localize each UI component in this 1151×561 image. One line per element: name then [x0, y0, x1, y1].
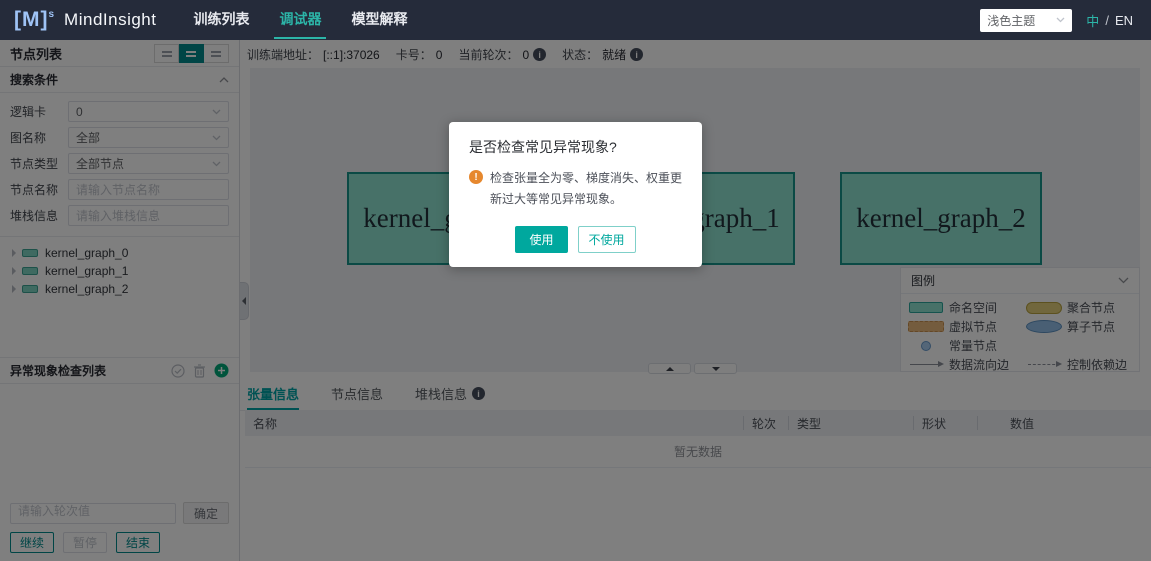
main-nav: 训练列表 调试器 模型解释 — [178, 0, 422, 40]
not-use-button[interactable]: 不使用 — [578, 226, 636, 253]
chevron-down-icon — [1056, 17, 1065, 23]
dialog-body: ! 检查张量全为零、梯度消失、权重更新过大等常见异常现象。 — [469, 168, 682, 210]
dialog-title: 是否检查常见异常现象? — [469, 137, 682, 157]
modal-overlay[interactable] — [0, 40, 1151, 561]
nav-tab-train-list[interactable]: 训练列表 — [178, 0, 264, 40]
navbar-right: 浅色主题 中 / EN — [980, 9, 1151, 32]
mindinsight-app: [M] s MindInsight 训练列表 调试器 模型解释 浅色主题 中 /… — [0, 0, 1151, 561]
mindinsight-logo[interactable]: [M] s — [14, 8, 54, 32]
warning-icon: ! — [469, 170, 483, 184]
use-button[interactable]: 使用 — [515, 226, 567, 253]
theme-select[interactable]: 浅色主题 — [980, 9, 1072, 32]
language-switch: 中 / EN — [1086, 11, 1133, 30]
lang-separator: / — [1105, 13, 1109, 28]
dialog-message: 检查张量全为零、梯度消失、权重更新过大等常见异常现象。 — [490, 168, 682, 210]
nav-tab-debugger[interactable]: 调试器 — [264, 0, 336, 40]
top-navbar: [M] s MindInsight 训练列表 调试器 模型解释 浅色主题 中 /… — [0, 0, 1151, 40]
brand-name: MindInsight — [64, 10, 156, 30]
dialog-footer: 使用 不使用 — [469, 226, 682, 253]
lang-en-button[interactable]: EN — [1115, 13, 1133, 28]
nav-tab-model-explanation[interactable]: 模型解释 — [336, 0, 422, 40]
logo-mark: [M] — [14, 8, 48, 32]
recheck-dialog: 是否检查常见异常现象? ! 检查张量全为零、梯度消失、权重更新过大等常见异常现象… — [449, 122, 702, 267]
logo-superscript: s — [48, 9, 54, 20]
theme-select-value: 浅色主题 — [987, 12, 1035, 29]
lang-zh-button[interactable]: 中 — [1086, 11, 1099, 30]
